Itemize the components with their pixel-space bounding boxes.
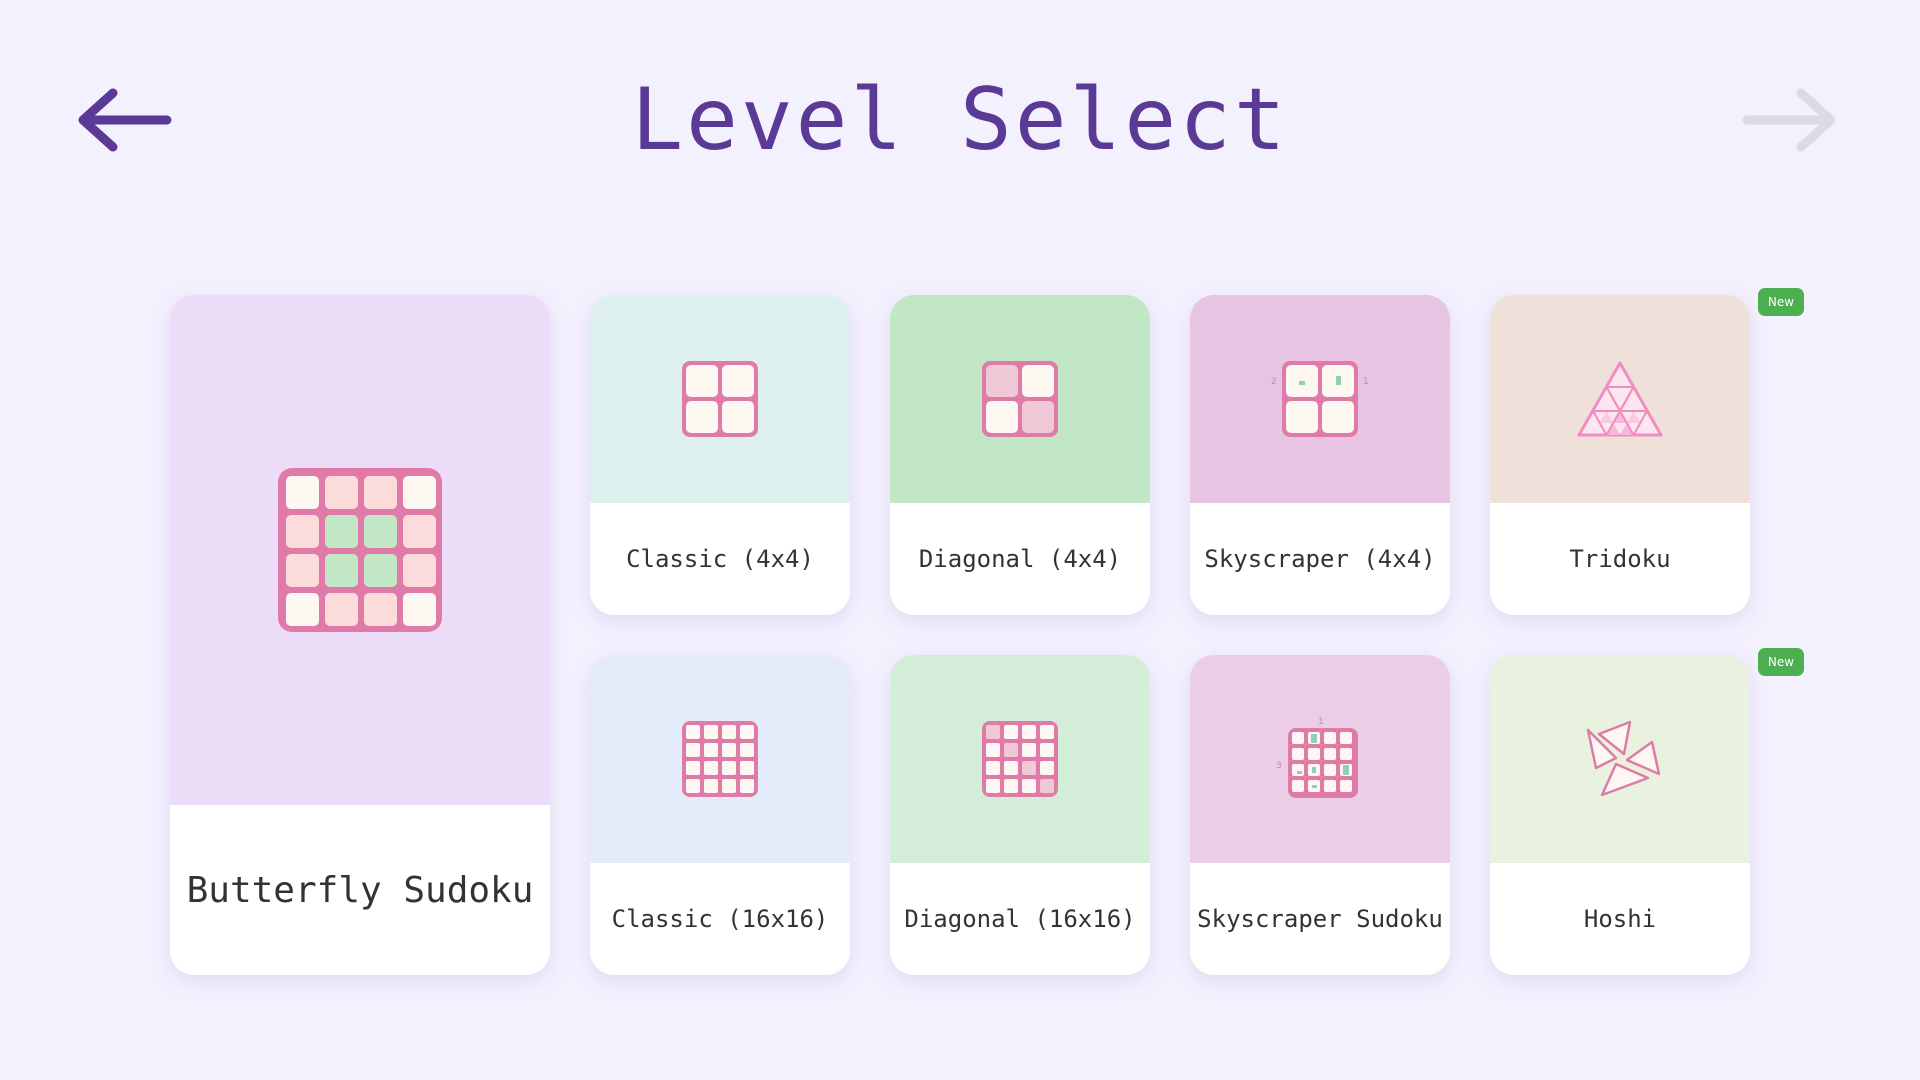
skyscraper-clue-left: 3 [1276, 761, 1282, 771]
new-badge: New [1758, 288, 1804, 316]
level-card-butterfly-sudoku[interactable]: Butterfly Sudoku [170, 295, 550, 975]
diagonal-grid-icon [982, 361, 1058, 437]
skyscraper-sudoku-icon: 1 3 [1276, 717, 1358, 798]
card-art [590, 655, 850, 863]
card-label: Classic (4x4) [626, 545, 814, 573]
card-art [1490, 655, 1750, 863]
level-card-diagonal-16x16[interactable]: Diagonal (16x16) [890, 655, 1150, 975]
level-card-tridoku[interactable]: Tridoku [1490, 295, 1750, 615]
skyscraper-grid-icon: 2 1 [1271, 361, 1369, 437]
skyscraper-clue-left: 2 [1271, 377, 1277, 387]
skyscraper-clue-top: 1 [1318, 717, 1324, 727]
card-art [890, 655, 1150, 863]
next-button[interactable] [1736, 80, 1846, 160]
level-card-classic-16x16[interactable]: Classic (16x16) [590, 655, 850, 975]
level-card-diagonal-4x4[interactable]: Diagonal (4x4) [890, 295, 1150, 615]
header: Level Select [0, 0, 1920, 240]
grid-2x2-icon [682, 361, 758, 437]
card-label: Skyscraper Sudoku [1197, 905, 1443, 933]
card-art [890, 295, 1150, 503]
level-card-skyscraper-sudoku[interactable]: 1 3 Skyscraper Sudoku [1190, 655, 1450, 975]
level-card-skyscraper-4x4[interactable]: 2 1 Skyscraper (4x4) [1190, 295, 1450, 615]
diagonal-grid-4x4-icon [982, 721, 1058, 797]
card-art [170, 295, 550, 805]
star-triangles-icon [1586, 720, 1661, 797]
level-card-classic-4x4[interactable]: Classic (4x4) [590, 295, 850, 615]
new-badge: New [1758, 648, 1804, 676]
skyscraper-clue-right: 1 [1363, 377, 1369, 387]
butterfly-grid-icon [278, 468, 442, 632]
card-art: 2 1 [1190, 295, 1450, 503]
page-title: Level Select [631, 70, 1289, 170]
card-art: 1 3 [1190, 655, 1450, 863]
card-label: Hoshi [1583, 905, 1657, 933]
arrow-right-icon [1742, 88, 1836, 152]
card-label: Butterfly Sudoku [186, 869, 534, 911]
grid-4x4-icon [682, 721, 758, 797]
card-label: Diagonal (16x16) [904, 905, 1136, 933]
card-label: Classic (16x16) [611, 905, 829, 933]
card-art [1490, 295, 1750, 503]
card-label: Diagonal (4x4) [918, 545, 1122, 573]
card-label: Tridoku [1569, 545, 1671, 573]
card-art [590, 295, 850, 503]
card-label: Skyscraper (4x4) [1204, 545, 1436, 573]
triangle-grid-icon [1577, 361, 1663, 437]
level-card-hoshi[interactable]: Hoshi [1490, 655, 1750, 975]
